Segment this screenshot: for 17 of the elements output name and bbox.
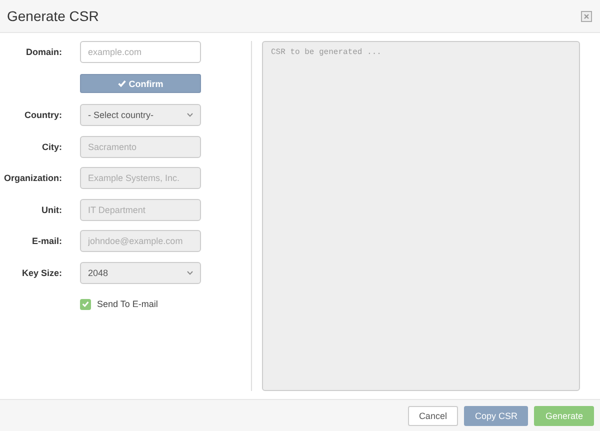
text-field[interactable]: example.com (80, 41, 201, 63)
field-label: Country: (24, 110, 62, 120)
field-label: City: (41, 142, 62, 152)
window-title: Generate CSR (7, 8, 99, 24)
checkbox-label: Send To E-mail (97, 299, 158, 309)
field-label: Key Size: (20, 268, 62, 278)
field-label: E-mail: (30, 236, 62, 246)
field-label: Organization: (3, 173, 62, 183)
footer-button[interactable]: Cancel (408, 406, 458, 426)
field-label: Domain: (25, 47, 62, 57)
csr-output-field[interactable]: CSR to be generated ... (262, 41, 580, 391)
caret-icon (187, 113, 193, 117)
caret-icon (187, 270, 193, 274)
checkbox[interactable] (80, 298, 91, 310)
check-icon (118, 80, 126, 87)
field-label: Unit: (40, 204, 62, 214)
close-icon[interactable] (581, 10, 592, 22)
